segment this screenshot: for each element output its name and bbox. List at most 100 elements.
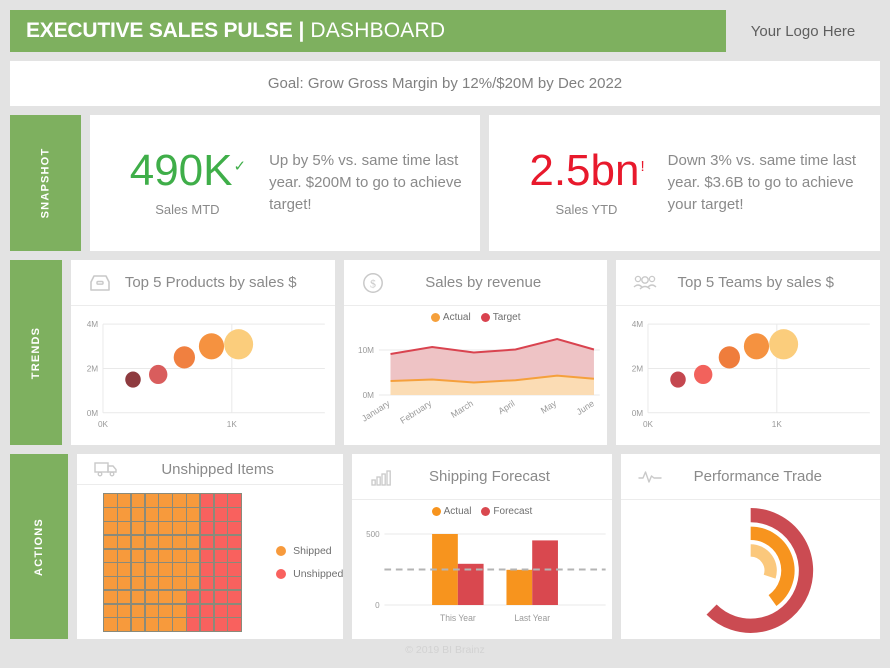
- svg-text:500: 500: [366, 529, 380, 539]
- waffle-cell: [104, 604, 117, 618]
- svg-text:0K: 0K: [98, 419, 108, 429]
- waffle-cell: [118, 563, 131, 576]
- legend-label-unshipped: Unshipped: [293, 568, 344, 581]
- card-sales-revenue[interactable]: $ Sales by revenue Actual Target 10M 0M …: [343, 260, 608, 445]
- card-top-teams[interactable]: Top 5 Teams by sales $ 4M 2M 0M 0K 1K: [616, 260, 880, 445]
- pulse-wave-icon: [634, 462, 666, 492]
- card-sales-revenue-header: $ Sales by revenue: [343, 260, 608, 306]
- chart-unshipped-waffle[interactable]: Shipped Unshipped: [77, 485, 343, 640]
- waffle-cell: [145, 590, 159, 604]
- svg-text:4M: 4M: [87, 319, 98, 329]
- kpi-ytd-value-wrap: 2.5bn!: [529, 149, 644, 193]
- waffle-cell: [186, 590, 200, 604]
- waffle-cell: [118, 508, 131, 521]
- card-top-products-header: Top 5 Products by sales $: [71, 260, 335, 306]
- waffle-cell: [186, 494, 200, 507]
- legend-item-target[interactable]: Target: [480, 312, 521, 323]
- waffle-cell: [104, 577, 117, 590]
- waffle-cell: [145, 577, 159, 590]
- waffle-cell: [173, 604, 186, 618]
- waffle-cell: [131, 549, 145, 562]
- legend-item-actual[interactable]: Actual: [430, 312, 471, 323]
- waffle-cell: [214, 549, 227, 562]
- waffle-cell: [214, 590, 227, 604]
- logo-placeholder: Your Logo Here: [750, 22, 856, 40]
- waffle-cell: [159, 535, 172, 549]
- legend-item-forecast[interactable]: Forecast: [481, 506, 532, 517]
- waffle-cell: [145, 508, 159, 521]
- waffle-cell: [214, 577, 227, 590]
- waffle-cell: [118, 549, 131, 562]
- kpi-mtd-status-icon: ✓: [233, 158, 247, 175]
- card-top-products[interactable]: Top 5 Products by sales $ 4M 2M 0M 0K 1K: [71, 260, 335, 445]
- people-group-icon: [629, 268, 661, 298]
- card-shipping-forecast[interactable]: Shipping Forecast Actual Forecast 500 0 …: [352, 454, 612, 639]
- waffle-cell: [145, 535, 159, 549]
- chart-top-teams[interactable]: 4M 2M 0M 0K 1K: [616, 306, 880, 445]
- waffle-cell: [159, 494, 172, 507]
- waffle-cell: [159, 590, 172, 604]
- waffle-cell: [173, 549, 186, 562]
- waffle-cell: [145, 604, 159, 618]
- chart-shipping-forecast[interactable]: Actual Forecast 500 0 This Year Last Yea…: [352, 500, 611, 639]
- goal-banner: Goal: Grow Gross Margin by 12%/$20M by D…: [10, 61, 880, 106]
- card-performance-trade[interactable]: Performance Trade: [620, 454, 880, 639]
- trends-band: TRENDS Top 5 Products by sales $ 4M 2M 0…: [10, 260, 880, 445]
- waffle-cell: [131, 604, 145, 618]
- kpi-mtd-caption: Sales MTD: [155, 202, 220, 217]
- inbox-tray-icon: [84, 268, 116, 298]
- legend-dot-shipped: [276, 546, 287, 557]
- chart-top-products[interactable]: 4M 2M 0M 0K 1K: [71, 306, 335, 445]
- legend-label-actual: Actual: [442, 312, 471, 323]
- legend-dot-target: [480, 313, 490, 322]
- kpi-card-sales-mtd[interactable]: 490K✓ Sales MTD Up by 5% vs. same time l…: [89, 115, 481, 251]
- truck-icon: [90, 454, 122, 484]
- kpi-mtd-value: 490K: [129, 146, 233, 195]
- legend-item-shipped[interactable]: Shipped: [276, 545, 343, 557]
- legend-dot-actual: [430, 313, 440, 322]
- waffle-cell: [173, 563, 186, 576]
- waffle-cell: [200, 618, 214, 631]
- snapshot-cards: 490K✓ Sales MTD Up by 5% vs. same time l…: [89, 115, 880, 251]
- waffle-cell: [186, 618, 200, 631]
- band-label-trends: TRENDS: [10, 260, 63, 445]
- card-shipping-header: Shipping Forecast: [352, 454, 612, 500]
- waffle-cell: [131, 590, 145, 604]
- waffle-cell: [104, 508, 117, 521]
- title-separator: |: [298, 19, 305, 42]
- card-sales-revenue-title: Sales by revenue: [425, 274, 542, 291]
- svg-text:February: February: [398, 398, 433, 426]
- waffle-cell: [104, 590, 117, 604]
- bar-chart-icon: [365, 462, 397, 492]
- waffle-cell: [228, 549, 241, 562]
- legend-item-unshipped[interactable]: Unshipped: [276, 568, 343, 580]
- legend-dot-forecast-actual: [431, 507, 441, 516]
- waffle-cell: [228, 494, 241, 507]
- chart-sales-revenue[interactable]: Actual Target 10M 0M January February Ma…: [344, 306, 608, 445]
- band-label-snapshot: SNAPSHOT: [10, 115, 81, 251]
- waffle-cell: [228, 521, 241, 535]
- waffle-grid[interactable]: [102, 493, 243, 633]
- chart-performance-radial[interactable]: [621, 500, 880, 639]
- kpi-ytd-caption: Sales YTD: [555, 202, 618, 217]
- waffle-cell: [228, 604, 241, 618]
- svg-text:Last Year: Last Year: [515, 613, 551, 623]
- waffle-cell: [186, 508, 200, 521]
- waffle-cell: [214, 535, 227, 549]
- legend-dot-unshipped: [276, 569, 287, 580]
- legend-label-shipped: Shipped: [293, 545, 332, 558]
- card-unshipped-items[interactable]: Unshipped Items Shipped Unshipped: [76, 454, 344, 640]
- legend-unshipped: Shipped Unshipped: [276, 545, 343, 580]
- waffle-cell: [214, 494, 227, 507]
- footer-copyright: © 2019 BI Brainz: [405, 644, 485, 656]
- card-top-teams-title: Top 5 Teams by sales $: [677, 274, 834, 291]
- svg-text:$: $: [370, 276, 376, 290]
- waffle-cell: [104, 494, 117, 507]
- kpi-card-sales-ytd[interactable]: 2.5bn! Sales YTD Down 3% vs. same time l…: [489, 115, 880, 251]
- waffle-cell: [186, 604, 200, 618]
- legend-item-forecast-actual[interactable]: Actual: [431, 506, 471, 517]
- legend-label-forecast: Forecast: [493, 506, 533, 517]
- waffle-cell: [214, 508, 227, 521]
- waffle-cell: [186, 563, 200, 576]
- card-performance-header: Performance Trade: [620, 454, 880, 500]
